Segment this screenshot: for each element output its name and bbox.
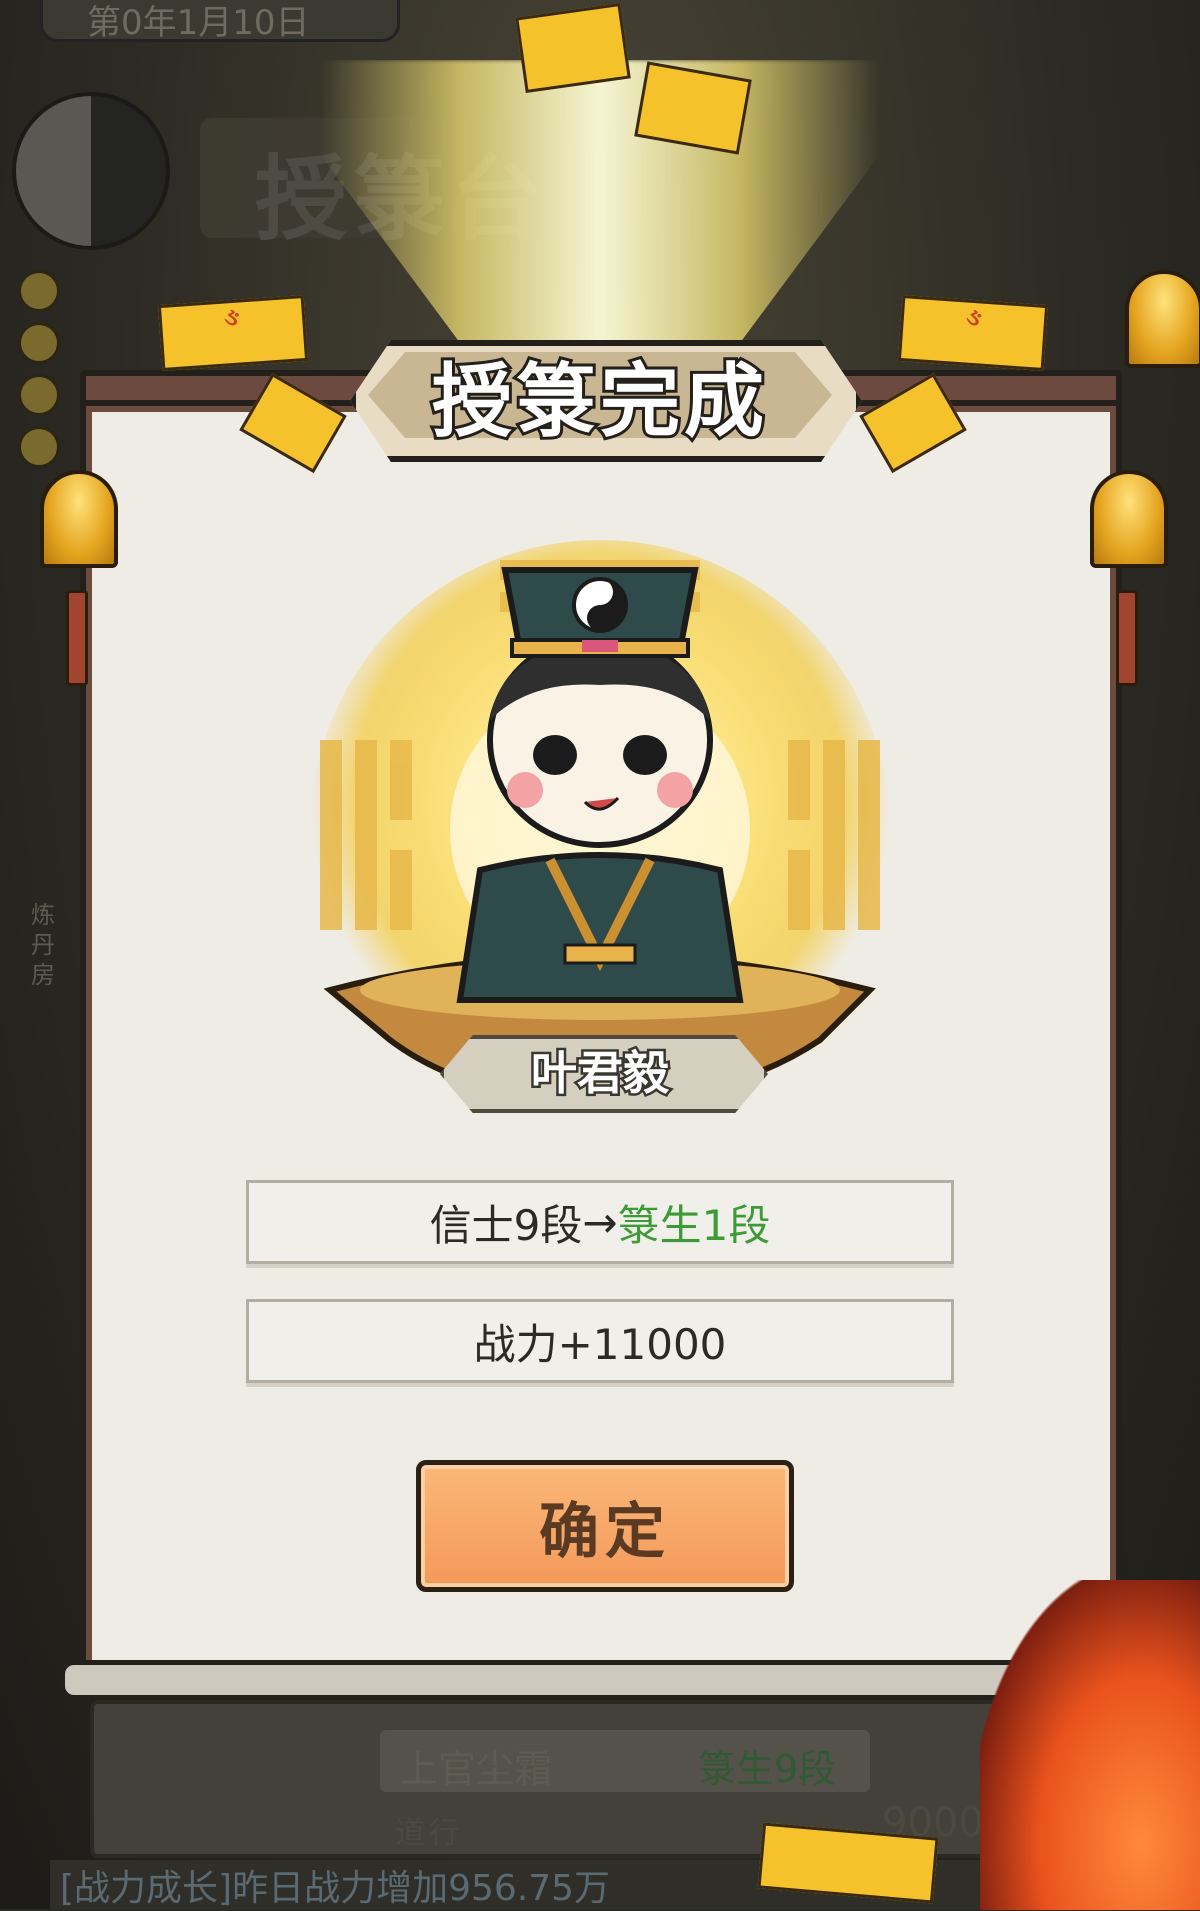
talisman-icon: ઙ xyxy=(157,294,309,372)
rank-from: 信士9段 xyxy=(429,1200,583,1250)
rank-to: 箓生1段 xyxy=(617,1200,771,1250)
arrow-icon: → xyxy=(582,1197,618,1247)
date-text: 第0年1月10日 xyxy=(87,3,310,43)
tassel-icon xyxy=(1116,590,1138,686)
date-display: 第0年1月10日 xyxy=(40,0,400,43)
talisman-icon xyxy=(515,2,631,94)
yinyang-icon xyxy=(12,92,170,250)
disciple-dao-label: 道行 xyxy=(395,1816,463,1851)
disciple-name: 上官尘霜 xyxy=(400,1747,553,1791)
talisman-icon: ઙ xyxy=(897,294,1049,372)
robe xyxy=(456,852,744,1003)
power-change: 战力+11000 xyxy=(473,1319,727,1369)
character-name: 叶君毅 xyxy=(529,1044,672,1103)
bell-icon xyxy=(40,470,118,568)
fire-icon xyxy=(980,1580,1200,1910)
confirm-button[interactable]: 确定 xyxy=(416,1460,794,1592)
rank-change-row: 信士9段 → 箓生1段 xyxy=(246,1180,954,1264)
tassel-icon xyxy=(66,590,88,686)
ticker-text: [战力成长]昨日战力增加956.75万 xyxy=(60,1867,611,1909)
power-change-row: 战力+11000 xyxy=(246,1299,954,1383)
modal-title: 授箓完成 xyxy=(429,352,768,451)
bell-icon xyxy=(1090,470,1168,568)
side-nav-alchemy[interactable]: 炼丹房 xyxy=(26,900,60,990)
bell-icon xyxy=(1125,270,1200,368)
coin-string-icon xyxy=(18,270,60,478)
disciple-rank: 箓生9段 xyxy=(698,1747,837,1791)
